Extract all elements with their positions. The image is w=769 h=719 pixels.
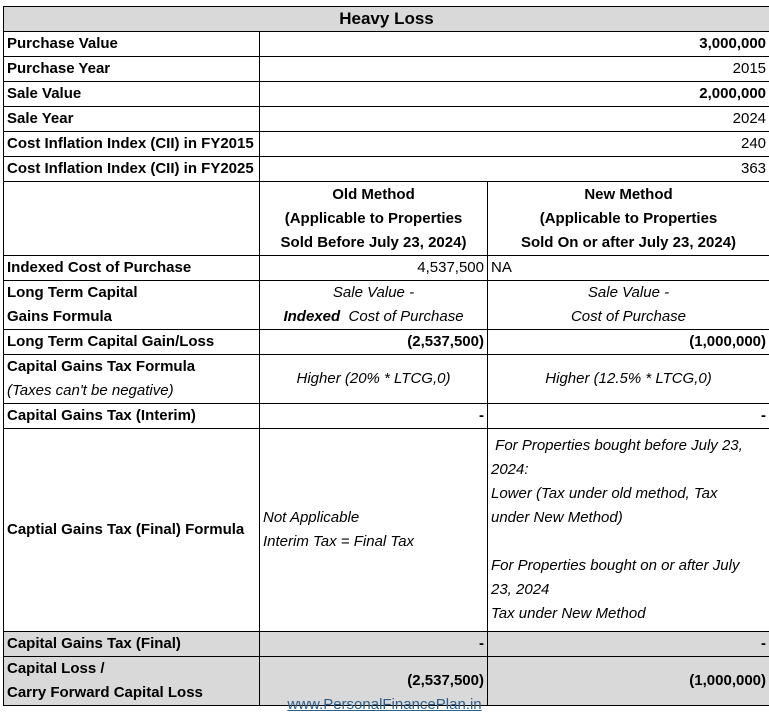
purchase-value: 3,000,000	[258, 31, 769, 57]
ltcg-old: (2,537,500)	[259, 329, 488, 355]
table-row: Sale Value 2,000,000	[3, 81, 769, 107]
final-formula-old: Not Applicable Interim Tax = Final Tax	[259, 428, 488, 632]
table-row: Purchase Value 3,000,000	[3, 31, 769, 57]
final-formula-label: Captial Gains Tax (Final) Formula	[3, 428, 260, 632]
empty-header-cell	[3, 181, 260, 256]
ltcg-formula-label-line1: Long Term Capital	[7, 284, 138, 301]
tax-interim-new: -	[486, 403, 769, 429]
old-method-sub2: Sold Before July 23, 2024)	[280, 233, 467, 251]
table-row: Indexed Cost of Purchase 4,537,500 NA	[3, 255, 769, 281]
table-row: Cost Inflation Index (CII) in FY2015 240	[3, 131, 769, 157]
final-formula-new-line3: Lower (Tax under old method, Tax	[491, 485, 718, 502]
old-method-sub1: (Applicable to Properties	[284, 209, 463, 227]
final-formula-old-line2: Interim Tax = Final Tax	[263, 533, 415, 550]
final-formula-old-line1: Not Applicable	[263, 509, 360, 526]
sale-year: 2024	[258, 106, 769, 132]
table-title: Heavy Loss	[2, 6, 769, 32]
ltcg-new: (1,000,000)	[486, 329, 769, 355]
cii-2025-label: Cost Inflation Index (CII) in FY2025	[3, 156, 260, 182]
ltcg-formula-old: Sale Value - Indexed Cost of Purchase	[259, 280, 488, 330]
old-method-title: Old Method	[332, 185, 415, 203]
ltcg-formula-old-line1: Sale Value -	[332, 284, 415, 301]
sale-year-label: Sale Year	[3, 106, 260, 132]
ltcg-label: Long Term Capital Gain/Loss	[3, 329, 260, 355]
ltcg-formula-label: Long Term Capital Gains Formula	[3, 280, 260, 330]
tax-final-new: -	[486, 631, 769, 657]
spreadsheet-view: Heavy Loss Purchase Value 3,000,000 Purc…	[0, 0, 769, 719]
ltcg-formula-label-line2: Gains Formula	[7, 308, 113, 325]
sale-value-label: Sale Value	[3, 81, 260, 107]
table-row: Cost Inflation Index (CII) in FY2025 363	[3, 156, 769, 182]
indexed-cost-old: 4,537,500	[259, 255, 488, 281]
final-formula-new-line4: under New Method)	[491, 509, 623, 526]
new-method-title: New Method	[584, 185, 673, 203]
title-row: Heavy Loss	[2, 6, 769, 32]
table-row: Capital Gains Tax (Final) - -	[3, 631, 769, 657]
tax-final-old: -	[259, 631, 488, 657]
cost-of-purchase-text: Cost of Purchase	[348, 308, 464, 325]
indexed-word: Indexed	[283, 308, 341, 325]
method-header-row: Old Method (Applicable to Properties Sol…	[3, 181, 769, 256]
sale-value: 2,000,000	[258, 81, 769, 107]
table-row: Capital Gains Tax Formula (Taxes can't b…	[3, 354, 769, 404]
table-row: Purchase Year 2015	[3, 56, 769, 82]
new-method-sub1: (Applicable to Properties	[539, 209, 718, 227]
tax-formula-label-line: Capital Gains Tax Formula	[7, 358, 196, 375]
ltcg-formula-new-line2: Cost of Purchase	[570, 308, 687, 325]
new-method-sub2: Sold On or after July 23, 2024)	[520, 233, 737, 251]
cii-2015-label: Cost Inflation Index (CII) in FY2015	[3, 131, 260, 157]
tax-formula-new: Higher (12.5% * LTCG,0)	[486, 354, 769, 404]
table-row: Long Term Capital Gain/Loss (2,537,500) …	[3, 329, 769, 355]
cii-2015: 240	[258, 131, 769, 157]
final-formula-new-line6: 23, 2024	[491, 581, 550, 598]
tax-formula-old: Higher (20% * LTCG,0)	[259, 354, 488, 404]
final-formula-new: For Properties bought before July 23, 20…	[486, 428, 769, 632]
purchase-value-label: Purchase Value	[3, 31, 260, 57]
final-formula-new-line5: For Properties bought on or after July	[491, 557, 740, 574]
table-row: Capital Gains Tax (Interim) - -	[3, 403, 769, 429]
cii-2025: 363	[258, 156, 769, 182]
ltcg-formula-old-line2: Indexed Cost of Purchase	[263, 305, 484, 329]
indexed-cost-new: NA	[486, 255, 769, 281]
ltcg-formula-new-line1: Sale Value -	[587, 284, 670, 301]
tax-formula-note: (Taxes can't be negative)	[7, 382, 174, 399]
final-formula-new-line2: 2024:	[491, 461, 529, 478]
website-link[interactable]: www.PersonalFinancePlan.in	[0, 694, 769, 716]
old-method-header: Old Method (Applicable to Properties Sol…	[259, 181, 488, 256]
table-row: Captial Gains Tax (Final) Formula Not Ap…	[3, 428, 769, 632]
final-formula-new-line1: For Properties bought before July 23,	[491, 437, 743, 454]
tax-formula-label: Capital Gains Tax Formula (Taxes can't b…	[3, 354, 260, 404]
purchase-year-label: Purchase Year	[3, 56, 260, 82]
table-row: Sale Year 2024	[3, 106, 769, 132]
tax-interim-label: Capital Gains Tax (Interim)	[3, 403, 260, 429]
final-formula-new-line7: Tax under New Method	[491, 605, 646, 622]
capital-loss-label-line1: Capital Loss /	[7, 660, 105, 677]
tax-final-label: Capital Gains Tax (Final)	[3, 631, 260, 657]
ltcg-formula-new: Sale Value - Cost of Purchase	[486, 280, 769, 330]
new-method-header: New Method (Applicable to Properties Sol…	[486, 181, 769, 256]
purchase-year: 2015	[258, 56, 769, 82]
table-row: Long Term Capital Gains Formula Sale Val…	[3, 280, 769, 330]
indexed-cost-label: Indexed Cost of Purchase	[3, 255, 260, 281]
heavy-loss-table: Heavy Loss Purchase Value 3,000,000 Purc…	[2, 6, 769, 706]
tax-interim-old: -	[259, 403, 488, 429]
